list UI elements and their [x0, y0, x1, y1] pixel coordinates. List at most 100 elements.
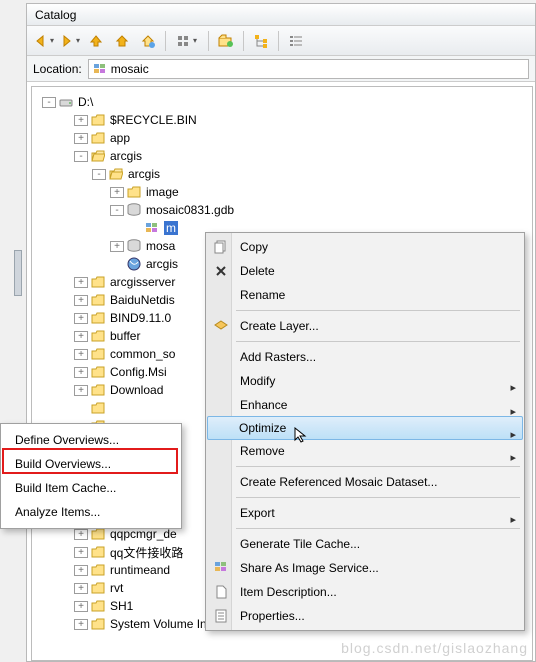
location-bar: Location: mosaic [27, 56, 535, 82]
menu-item[interactable]: Remove [208, 439, 522, 463]
toolbar-separator [243, 31, 244, 51]
expand-toggle[interactable]: - [110, 205, 124, 216]
tree-row[interactable]: + $RECYCLE.BIN [32, 111, 532, 129]
tree-label: SH1 [110, 599, 133, 613]
toolbar-separator [208, 31, 209, 51]
expand-toggle[interactable]: + [74, 133, 88, 144]
menu-item[interactable]: Share As Image Service... [208, 556, 522, 580]
expand-toggle[interactable]: + [74, 529, 88, 540]
expand-toggle[interactable]: - [74, 151, 88, 162]
menu-item-label: Remove [240, 444, 285, 458]
gdb-icon [126, 203, 142, 217]
dock-handle[interactable] [14, 250, 22, 296]
menu-item[interactable]: Copy [208, 235, 522, 259]
tree-row[interactable]: - arcgis [32, 165, 532, 183]
gdb-icon [126, 239, 142, 253]
forward-button[interactable] [59, 30, 81, 52]
blank-icon [212, 473, 230, 491]
expand-toggle[interactable]: + [74, 313, 88, 324]
expand-toggle[interactable]: + [74, 565, 88, 576]
expand-toggle[interactable]: - [92, 169, 106, 180]
tree-row[interactable]: + app [32, 129, 532, 147]
tree-label: arcgis [146, 257, 178, 271]
tree-row[interactable]: -arcgis [32, 147, 532, 165]
menu-item-label: Properties... [240, 609, 305, 623]
tree-row[interactable]: -mosaic0831.gdb [32, 201, 532, 219]
submenu-item[interactable]: Build Item Cache... [1, 476, 181, 500]
location-field[interactable]: mosaic [88, 59, 529, 79]
expand-toggle[interactable]: + [74, 349, 88, 360]
expand-toggle[interactable]: + [74, 277, 88, 288]
tree-toggle-button[interactable] [250, 30, 272, 52]
menu-item-label: Copy [240, 240, 268, 254]
highlight-box [2, 448, 178, 474]
tree-label: arcgis [128, 167, 160, 181]
expand-toggle[interactable]: + [74, 547, 88, 558]
menu-separator [236, 310, 520, 311]
mxd-icon [126, 257, 142, 271]
blank-icon [212, 372, 230, 390]
tree-label: mosa [146, 239, 175, 253]
expand-toggle[interactable]: + [110, 187, 124, 198]
view-mode-button[interactable] [172, 30, 202, 52]
submenu-item[interactable]: Analyze Items... [1, 500, 181, 524]
expand-toggle[interactable]: + [74, 367, 88, 378]
expand-toggle[interactable]: - [42, 97, 56, 108]
toolbar [27, 26, 535, 56]
menu-item[interactable]: Properties... [208, 604, 522, 628]
list-button[interactable] [285, 30, 307, 52]
menu-item[interactable]: Generate Tile Cache... [208, 532, 522, 556]
menu-item[interactable]: Add Rasters... [208, 345, 522, 369]
window-title: Catalog [35, 8, 76, 22]
menu-item-label: Item Description... [240, 585, 337, 599]
menu-item[interactable]: Export [208, 501, 522, 525]
expand-toggle[interactable]: + [74, 331, 88, 342]
menu-item[interactable]: Enhance [208, 393, 522, 417]
expand-toggle[interactable]: + [110, 241, 124, 252]
home-button[interactable] [111, 30, 133, 52]
expand-toggle[interactable]: + [74, 115, 88, 126]
menu-separator [236, 528, 520, 529]
folder-connect-button[interactable] [215, 30, 237, 52]
menu-item[interactable]: Create Referenced Mosaic Dataset... [208, 470, 522, 494]
tree-label: app [110, 131, 130, 145]
toolbar-separator [165, 31, 166, 51]
optimize-submenu: Define Overviews...Build Overviews...Bui… [0, 423, 182, 529]
folder-icon [90, 347, 106, 361]
expand-toggle[interactable]: + [74, 601, 88, 612]
menu-item-label: Create Layer... [240, 319, 319, 333]
tree-row[interactable]: +image [32, 183, 532, 201]
menu-item[interactable]: Item Description... [208, 580, 522, 604]
up-button[interactable] [85, 30, 107, 52]
folder-icon [90, 113, 106, 127]
menu-item[interactable]: Delete [208, 259, 522, 283]
expand-toggle[interactable]: + [74, 385, 88, 396]
delete-icon [212, 262, 230, 280]
copy-icon [212, 238, 230, 256]
blank-icon [212, 535, 230, 553]
tree-label: m [164, 221, 178, 235]
folder-icon [126, 185, 142, 199]
menu-item[interactable]: Rename [208, 283, 522, 307]
menu-item-label: Optimize [239, 421, 286, 435]
blank-icon [212, 419, 230, 437]
menu-item-label: Create Referenced Mosaic Dataset... [240, 475, 437, 489]
blank-icon [212, 442, 230, 460]
back-button[interactable] [33, 30, 55, 52]
tree-label: qq文件接收路 [110, 544, 183, 561]
tree-root[interactable]: - D:\ [32, 93, 532, 111]
location-label: Location: [33, 62, 82, 76]
menu-item[interactable]: Create Layer... [208, 314, 522, 338]
expand-toggle[interactable]: + [74, 583, 88, 594]
menu-item[interactable]: Optimize [207, 416, 523, 440]
tree-label: $RECYCLE.BIN [110, 113, 197, 127]
tree-label: BIND9.11.0 [110, 311, 171, 325]
menu-separator [236, 341, 520, 342]
expand-toggle[interactable]: + [74, 295, 88, 306]
menu-item[interactable]: Modify [208, 369, 522, 393]
menu-item-label: Export [240, 506, 275, 520]
menu-separator [236, 497, 520, 498]
home-alt-button[interactable] [137, 30, 159, 52]
expand-toggle[interactable]: + [74, 619, 88, 630]
toolbar-separator [278, 31, 279, 51]
